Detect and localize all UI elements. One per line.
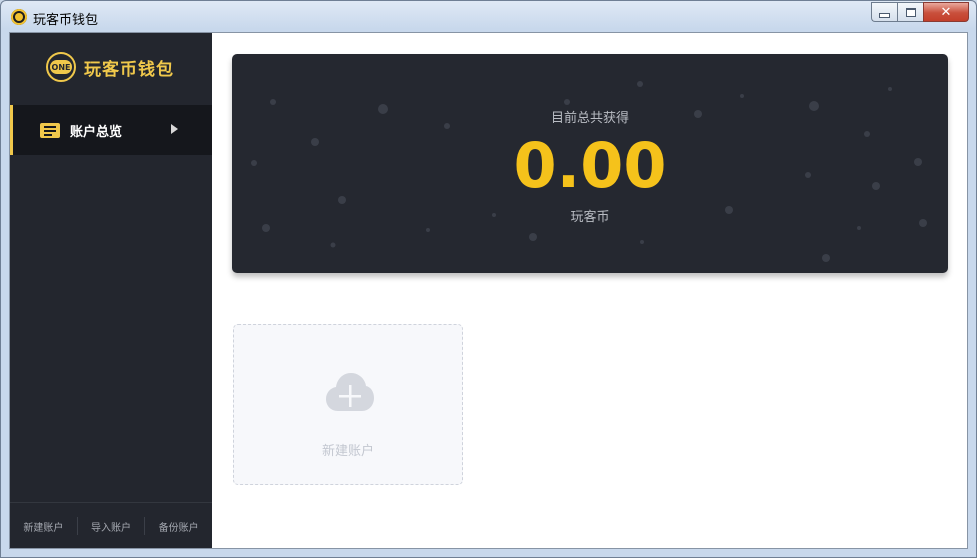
total-earned-label: 目前总共获得 xyxy=(550,111,629,126)
minimize-button[interactable] xyxy=(871,2,897,22)
window-controls: ✕ xyxy=(871,2,969,22)
logo-text: 玩客币钱包 xyxy=(84,59,174,80)
cloud-plus-icon xyxy=(326,373,374,411)
currency-unit-label: 玩客币 xyxy=(570,210,610,225)
app-coin-icon xyxy=(11,9,27,25)
sidebar-item-label: 账户总览 xyxy=(70,125,123,140)
logo-badge-icon: ONE xyxy=(46,52,76,82)
minimize-icon xyxy=(879,12,890,18)
window-title: 玩客币钱包 xyxy=(33,13,99,28)
sidebar-item-account-overview[interactable]: 账户总览 xyxy=(10,105,212,155)
new-account-card[interactable]: 新建账户 xyxy=(233,324,463,485)
logo: ONE 玩客币钱包 xyxy=(46,49,174,85)
new-account-label: 新建账户 xyxy=(321,444,374,459)
title-bar[interactable]: 玩客币钱包 ✕ xyxy=(1,1,976,31)
app-window: 玩客币钱包 ✕ ONE 玩客币钱包 账户总览 新建账户 导入账户 备份账户 目前… xyxy=(0,0,977,558)
logo-badge-text: ONE xyxy=(50,60,72,74)
chevron-right-icon xyxy=(171,124,178,134)
client-area: ONE 玩客币钱包 账户总览 新建账户 导入账户 备份账户 目前总共获得 0.0… xyxy=(9,32,968,549)
new-account-link[interactable]: 新建账户 xyxy=(10,519,77,534)
backup-account-link[interactable]: 备份账户 xyxy=(145,519,212,534)
sidebar-footer: 新建账户 导入账户 备份账户 xyxy=(10,502,212,548)
scrollbar[interactable] xyxy=(959,33,967,548)
close-button[interactable]: ✕ xyxy=(923,2,969,22)
total-earned-value: 0.00 xyxy=(513,129,667,202)
earnings-summary-card: 目前总共获得 0.00 玩客币 xyxy=(232,54,948,273)
maximize-icon xyxy=(905,7,916,17)
maximize-button[interactable] xyxy=(897,2,923,22)
list-icon xyxy=(40,123,60,138)
import-account-link[interactable]: 导入账户 xyxy=(78,519,145,534)
close-icon: ✕ xyxy=(940,4,952,20)
sidebar: ONE 玩客币钱包 账户总览 新建账户 导入账户 备份账户 xyxy=(10,33,212,548)
main-content: 目前总共获得 0.00 玩客币 新建账户 xyxy=(212,33,967,548)
